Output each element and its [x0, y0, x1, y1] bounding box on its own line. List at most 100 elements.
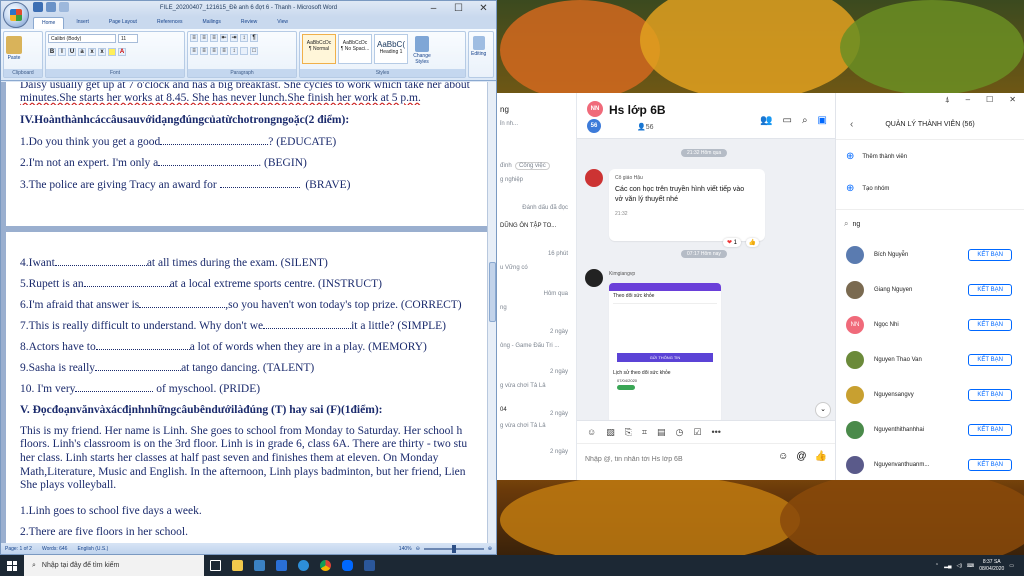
- member-row[interactable]: Nguyenthithanhhai KẾT BẠN: [836, 412, 1024, 447]
- member-row[interactable]: Nguyen Thao Van KẾT BẠN: [836, 342, 1024, 377]
- pilcrow-icon[interactable]: ¶: [250, 34, 258, 42]
- answer-blank[interactable]: [54, 256, 147, 266]
- multilevel-icon[interactable]: ≡: [210, 34, 218, 42]
- zoom-slider[interactable]: [423, 544, 484, 553]
- close-button[interactable]: ✕: [1001, 93, 1024, 107]
- line-spacing-icon[interactable]: ↕: [230, 47, 238, 55]
- answer-blank[interactable]: [75, 382, 154, 392]
- subscript-button[interactable]: x: [88, 48, 96, 56]
- page-count[interactable]: Page: 1 of 2: [5, 546, 32, 552]
- member-row[interactable]: NN Ngọc Nhi KẾT BẠN: [836, 307, 1024, 342]
- mark-read-link[interactable]: Đánh dấu đã đọc: [497, 205, 576, 211]
- start-button[interactable]: [0, 555, 24, 576]
- clock[interactable]: 8:37 SA 08/04/2020: [979, 559, 1004, 573]
- tab-mailings[interactable]: Mailings: [195, 17, 229, 29]
- answer-blank[interactable]: [95, 361, 182, 371]
- shading-icon[interactable]: [240, 47, 248, 55]
- add-friend-button[interactable]: KẾT BẠN: [968, 458, 1012, 471]
- business-card-icon[interactable]: ▤: [657, 427, 666, 438]
- member-row[interactable]: Giang Nguyen KẾT BẠN: [836, 272, 1024, 307]
- scroll-down-icon[interactable]: ⌄: [815, 402, 831, 418]
- file-explorer-icon[interactable]: [226, 555, 248, 576]
- member-row[interactable]: Nguyenvanthuanm... KẾT BẠN: [836, 447, 1024, 482]
- font-name-box[interactable]: Calibri (Body): [48, 34, 116, 43]
- notifications-icon[interactable]: ▭: [1009, 563, 1014, 569]
- vertical-scrollbar[interactable]: [487, 82, 496, 544]
- more-icon[interactable]: •••: [711, 427, 720, 438]
- bold-button[interactable]: B: [48, 48, 56, 56]
- pin-icon[interactable]: ⍋: [937, 93, 958, 107]
- keyboard-icon[interactable]: ⌨: [967, 563, 974, 569]
- superscript-button[interactable]: x: [98, 48, 106, 56]
- member-search-input[interactable]: ng: [852, 221, 860, 228]
- minimize-button[interactable]: –: [421, 1, 446, 17]
- task-view-icon[interactable]: [204, 555, 226, 576]
- add-friend-button[interactable]: KẾT BẠN: [968, 353, 1012, 366]
- border-icon[interactable]: □: [250, 47, 258, 55]
- answer-blank[interactable]: [95, 340, 190, 350]
- tab-review[interactable]: Review: [233, 17, 265, 29]
- close-button[interactable]: ✕: [471, 1, 496, 17]
- mention-icon[interactable]: @: [796, 451, 806, 462]
- zalo-icon[interactable]: [336, 555, 358, 576]
- answer-blank[interactable]: [263, 319, 352, 329]
- image-message[interactable]: Theo dõi sức khỏe GỬI THÔNG TIN Lịch sử …: [609, 283, 721, 423]
- add-friend-button[interactable]: KẾT BẠN: [968, 388, 1012, 401]
- volume-icon[interactable]: ◁): [957, 563, 963, 569]
- underline-button[interactable]: U: [68, 48, 76, 56]
- language-indicator[interactable]: English (U.S.): [77, 546, 108, 552]
- network-icon[interactable]: ▂▄: [944, 563, 951, 569]
- member-count[interactable]: 👤56: [637, 123, 654, 131]
- answer-blank[interactable]: [83, 277, 170, 287]
- store-icon[interactable]: [248, 555, 270, 576]
- search-icon[interactable]: ⌕: [802, 115, 808, 126]
- maximize-button[interactable]: ☐: [978, 93, 1001, 107]
- word-taskbar-icon[interactable]: [358, 555, 380, 576]
- sender-avatar[interactable]: [585, 269, 603, 287]
- add-friend-button[interactable]: KẾT BẠN: [968, 248, 1012, 261]
- sort-icon[interactable]: ↕: [240, 34, 248, 42]
- bullets-icon[interactable]: ≡: [190, 34, 198, 42]
- add-friend-button[interactable]: KẾT BẠN: [968, 318, 1012, 331]
- conversation-item[interactable]: ng: [497, 105, 576, 114]
- answer-blank[interactable]: [139, 298, 226, 308]
- conversation-item[interactable]: đình Công việc: [497, 162, 576, 170]
- message-input[interactable]: [585, 451, 755, 467]
- justify-icon[interactable]: ≡: [220, 47, 228, 55]
- numbering-icon[interactable]: ≡: [200, 34, 208, 42]
- align-right-icon[interactable]: ≡: [210, 47, 218, 55]
- italic-button[interactable]: I: [58, 48, 66, 56]
- reminder-icon[interactable]: ◷: [676, 427, 684, 438]
- style-normal[interactable]: AaBbCcDc ¶ Normal: [302, 34, 336, 64]
- tab-references[interactable]: References: [149, 17, 191, 29]
- tab-view[interactable]: View: [269, 17, 296, 29]
- image-icon[interactable]: ▨: [606, 427, 615, 438]
- highlight-button[interactable]: [108, 48, 116, 56]
- add-friend-button[interactable]: KẾT BẠN: [968, 283, 1012, 296]
- add-member-icon[interactable]: 👥: [760, 115, 772, 126]
- sticker-icon[interactable]: ☺: [587, 427, 596, 438]
- zoom-in-icon[interactable]: ⊕: [488, 546, 492, 552]
- add-member-row[interactable]: ⊕ Thêm thành viên: [846, 151, 907, 162]
- attach-icon[interactable]: ⎘: [625, 427, 632, 438]
- word-count[interactable]: Words: 646: [42, 546, 67, 552]
- style-heading-1[interactable]: AaBbC( Heading 1: [374, 34, 408, 64]
- minimize-button[interactable]: –: [958, 93, 978, 107]
- answer-blank[interactable]: [219, 178, 300, 188]
- strikethrough-button[interactable]: a: [78, 48, 86, 56]
- create-group-row[interactable]: ⊕ Tạo nhóm: [846, 183, 889, 194]
- office-button[interactable]: [3, 2, 29, 28]
- answer-blank[interactable]: [158, 156, 259, 166]
- outdent-icon[interactable]: ⇥: [230, 34, 238, 42]
- tab-insert[interactable]: Insert: [68, 17, 97, 29]
- like-icon[interactable]: 👍: [745, 238, 759, 247]
- add-friend-button[interactable]: KẾT BẠN: [968, 423, 1012, 436]
- message-bubble[interactable]: Cô giáo Hậu Các con học trên truyền hình…: [609, 169, 765, 247]
- emoji-icon[interactable]: ☺: [778, 451, 788, 462]
- scroll-thumb[interactable]: [489, 262, 496, 322]
- member-row[interactable]: Nguyensangvy KẾT BẠN: [836, 377, 1024, 412]
- member-search[interactable]: ⌕ ng: [844, 217, 1016, 231]
- indent-icon[interactable]: ⇤: [220, 34, 228, 42]
- reaction-badge[interactable]: ❤ 1: [722, 238, 741, 247]
- font-color-button[interactable]: A: [118, 48, 126, 56]
